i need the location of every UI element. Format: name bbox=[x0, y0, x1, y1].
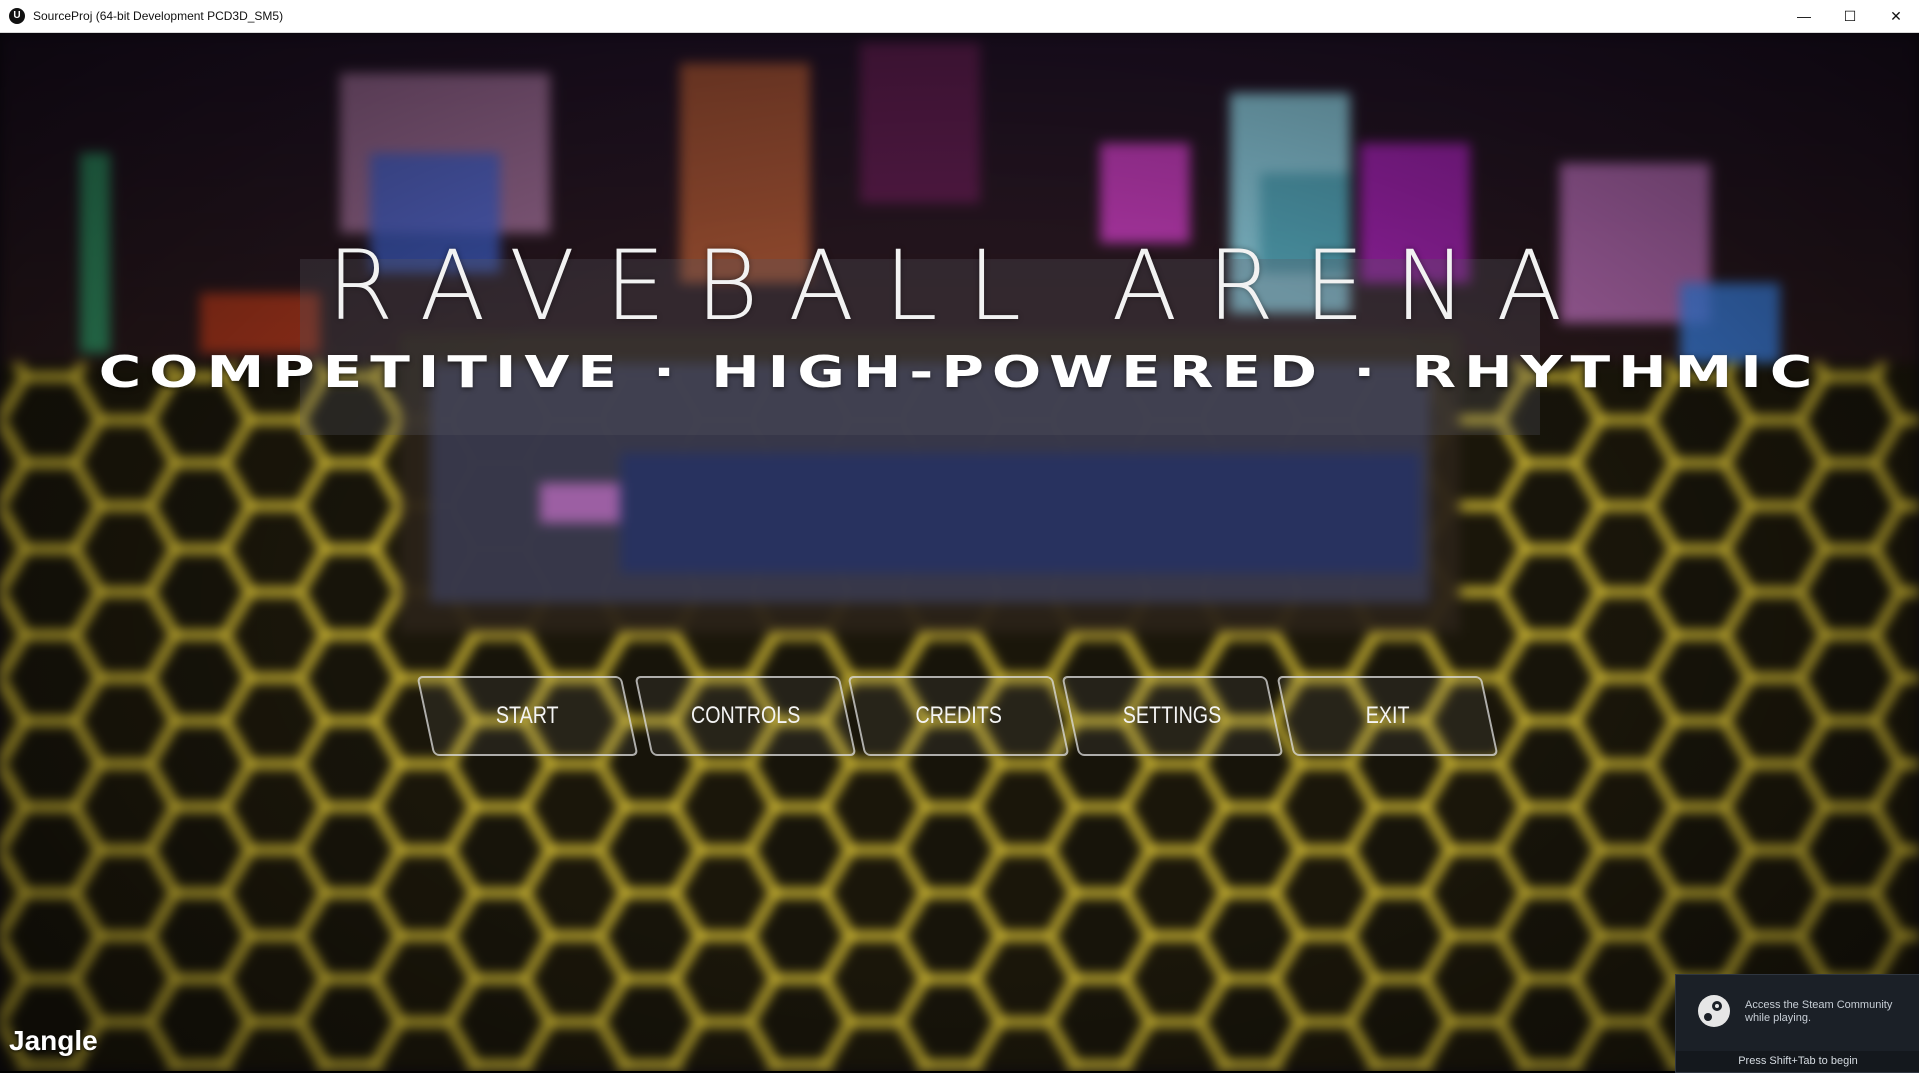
credits-button[interactable]: CREDITS bbox=[847, 676, 1070, 756]
window-title: SourceProj (64-bit Development PCD3D_SM5… bbox=[33, 9, 284, 23]
start-button-label: START bbox=[496, 702, 559, 729]
player-name: Jangle bbox=[9, 1025, 98, 1056]
controls-button[interactable]: CONTROLS bbox=[634, 676, 857, 756]
exit-button[interactable]: EXIT bbox=[1276, 676, 1499, 756]
window-titlebar[interactable]: SourceProj (64-bit Development PCD3D_SM5… bbox=[0, 0, 1919, 33]
start-button[interactable]: START bbox=[416, 676, 639, 756]
settings-button-label: SETTINGS bbox=[1123, 702, 1222, 729]
steam-hint: Press Shift+Tab to begin bbox=[1676, 1051, 1919, 1072]
controls-button-label: CONTROLS bbox=[690, 702, 801, 729]
minimize-button[interactable]: — bbox=[1781, 0, 1827, 32]
game-title: RAVEBALL ARENA bbox=[326, 230, 1593, 342]
vignette-overlay bbox=[0, 33, 1919, 1071]
game-viewport[interactable] bbox=[0, 33, 1919, 1071]
settings-button[interactable]: SETTINGS bbox=[1061, 676, 1284, 756]
close-button[interactable]: ✕ bbox=[1873, 0, 1919, 32]
exit-button-label: EXIT bbox=[1365, 702, 1410, 729]
steam-overlay-toast[interactable]: Access the Steam Community while playing… bbox=[1675, 974, 1919, 1073]
game-tagline: COMPETITIVE · HIGH-POWERED · RHYTHMIC bbox=[98, 347, 1821, 398]
maximize-button[interactable]: ☐ bbox=[1827, 0, 1873, 32]
window-controls: — ☐ ✕ bbox=[1781, 0, 1919, 32]
steam-message: Access the Steam Community while playing… bbox=[1745, 999, 1893, 1024]
credits-button-label: CREDITS bbox=[915, 702, 1002, 729]
steam-icon bbox=[1698, 995, 1730, 1027]
unreal-app-icon bbox=[9, 8, 25, 24]
